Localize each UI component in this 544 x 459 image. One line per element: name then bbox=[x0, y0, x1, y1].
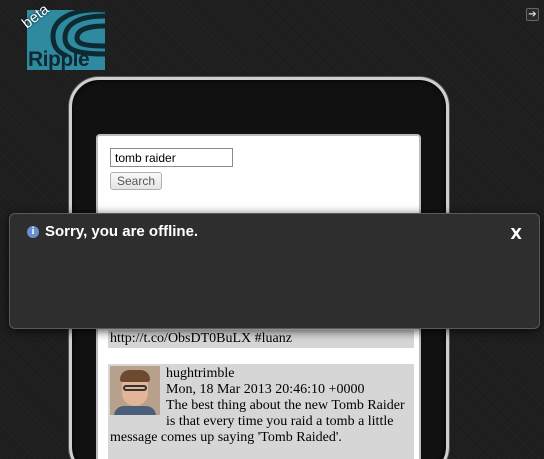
tweet-item: http://t.co/ObsDT0BuLX #luanz bbox=[108, 330, 414, 348]
info-icon: i bbox=[27, 226, 39, 238]
search-input[interactable] bbox=[110, 148, 233, 167]
logo-wordmark: Ripple bbox=[28, 48, 90, 71]
tweet-text: http://t.co/ObsDT0BuLX #luanz bbox=[110, 331, 292, 346]
ripple-logo: Ripple beta bbox=[19, 1, 105, 71]
offline-message: Sorry, you are offline. bbox=[45, 223, 199, 240]
offline-dialog: i Sorry, you are offline. X bbox=[9, 213, 540, 329]
search-button[interactable]: Search bbox=[110, 172, 162, 190]
close-button[interactable]: X bbox=[510, 225, 522, 243]
ripple-emulator: Ripple beta ➔ Search http://t.co/ObsDT0B… bbox=[0, 0, 544, 459]
arrow-right-icon[interactable]: ➔ bbox=[526, 8, 539, 21]
tweet-item: hughtrimble Mon, 18 Mar 2013 20:46:10 +0… bbox=[108, 364, 414, 459]
avatar[interactable] bbox=[110, 366, 160, 415]
